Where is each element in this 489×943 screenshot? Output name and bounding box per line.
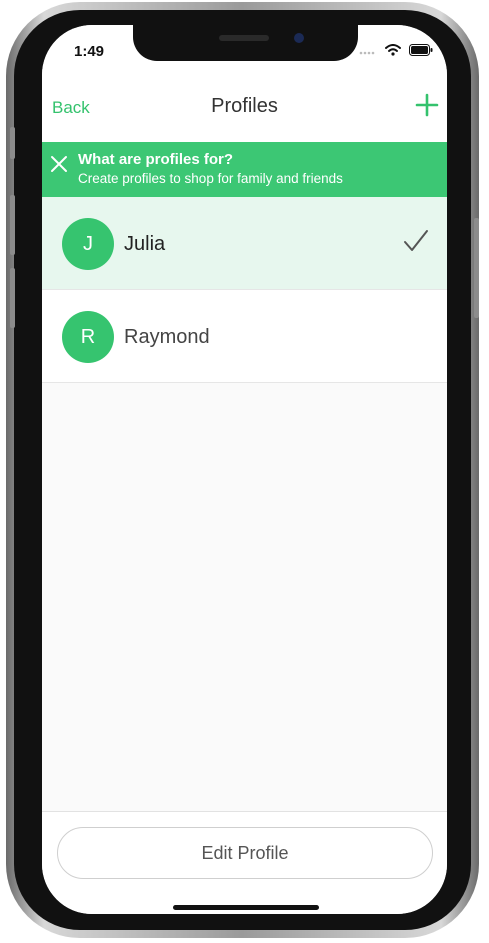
plus-icon[interactable] xyxy=(415,93,439,117)
battery-icon xyxy=(409,44,433,56)
home-indicator[interactable] xyxy=(173,905,319,910)
status-time: 1:49 xyxy=(74,43,105,60)
profile-row-julia[interactable]: J Julia xyxy=(42,197,447,290)
profile-name: Raymond xyxy=(124,326,210,348)
profile-row-raymond[interactable]: R Raymond xyxy=(42,290,447,383)
front-camera xyxy=(294,33,304,43)
avatar: R xyxy=(62,311,114,363)
signal-icon xyxy=(359,51,375,55)
footer-bar: Edit Profile xyxy=(42,811,447,914)
profile-name: Julia xyxy=(124,233,166,255)
close-icon[interactable] xyxy=(50,155,68,173)
banner-title: What are profiles for? xyxy=(78,151,234,168)
mute-switch xyxy=(10,127,15,159)
nav-bar: Back Profiles xyxy=(42,73,447,143)
power-button xyxy=(474,218,479,318)
page-title: Profiles xyxy=(211,95,278,117)
volume-up-button xyxy=(10,195,15,255)
status-icons xyxy=(359,44,433,56)
speaker-grille xyxy=(219,35,269,41)
edit-profile-button[interactable]: Edit Profile xyxy=(57,827,433,879)
banner-subtitle: Create profiles to shop for family and f… xyxy=(78,171,343,186)
screen: 1:49 Back Profiles What are profiles for… xyxy=(42,25,447,914)
checkmark-icon xyxy=(404,230,428,251)
avatar: J xyxy=(62,218,114,270)
notch xyxy=(133,25,358,61)
wifi-icon xyxy=(385,44,401,56)
volume-down-button xyxy=(10,268,15,328)
info-banner: What are profiles for? Create profiles t… xyxy=(42,142,447,197)
